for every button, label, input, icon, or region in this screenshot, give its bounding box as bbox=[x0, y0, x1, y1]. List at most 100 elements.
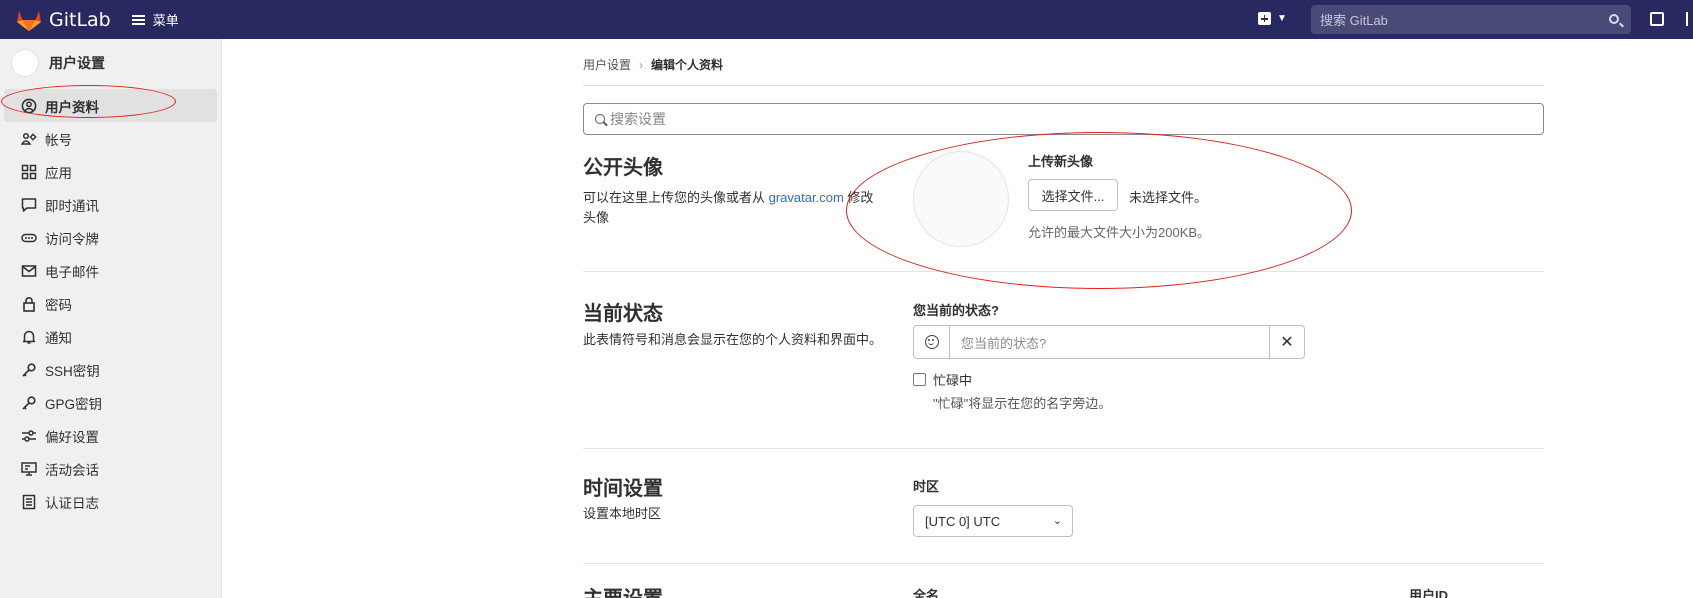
account-icon bbox=[21, 131, 37, 147]
breadcrumb-parent[interactable]: 用户设置 bbox=[583, 56, 631, 73]
timezone-select[interactable]: [UTC 0] UTC ⌄ bbox=[913, 505, 1073, 537]
breadcrumb: 用户设置 › 编辑个人资料 bbox=[583, 56, 723, 73]
sidebar-item-label: 偏好设置 bbox=[45, 429, 99, 445]
sidebar-nav: 用户资料 帐号 应用 即时通讯 访问令牌 电子邮件 密码 通知 SSH密钥 GP… bbox=[0, 89, 221, 518]
hamburger-icon bbox=[131, 14, 145, 25]
timezone-value: [UTC 0] UTC bbox=[925, 513, 1001, 529]
sidebar-item-preferences[interactable]: 偏好设置 bbox=[4, 419, 217, 452]
sidebar-item-label: GPG密钥 bbox=[45, 396, 103, 412]
sidebar-header[interactable]: 用户设置 bbox=[0, 39, 221, 87]
bell-icon bbox=[21, 329, 37, 345]
sidebar-item-chat[interactable]: 即时通讯 bbox=[4, 188, 217, 221]
sidebar-item-label: 通知 bbox=[45, 330, 72, 346]
status-section-description: 此表情符号和消息会显示在您的个人资料和界面中。 bbox=[583, 332, 883, 347]
time-section-title: 时间设置 bbox=[583, 478, 663, 500]
chevron-down-icon: ⌄ bbox=[1052, 515, 1062, 527]
sidebar-item-label: 帐号 bbox=[45, 132, 72, 148]
menu-label: 菜单 bbox=[152, 13, 179, 28]
choose-file-button[interactable]: 选择文件... bbox=[1028, 179, 1118, 211]
sidebar-item-label: 密码 bbox=[45, 297, 72, 313]
token-icon bbox=[21, 230, 37, 246]
avatar-section-title: 公开头像 bbox=[583, 157, 663, 179]
chevron-down-icon: ▼ bbox=[1277, 13, 1287, 24]
plus-square-icon bbox=[1258, 12, 1271, 25]
user-settings-sidebar: 用户设置 用户资料 帐号 应用 即时通讯 访问令牌 电子邮件 密码 通知 SSH… bbox=[0, 39, 222, 598]
sidebar-item-label: 认证日志 bbox=[45, 495, 99, 511]
main-menu-button[interactable]: 菜单 bbox=[131, 10, 179, 29]
avatar-desc-text: 可以在这里上传您的头像或者从 bbox=[583, 190, 769, 205]
preferences-icon bbox=[21, 428, 37, 444]
gravatar-link[interactable]: gravatar.com bbox=[769, 190, 844, 205]
search-placeholder: 搜索 GitLab bbox=[1320, 13, 1388, 28]
status-section-title: 当前状态 bbox=[583, 303, 663, 325]
status-input-group: 您当前的状态? ✕ bbox=[913, 325, 1305, 359]
settings-search-input[interactable]: 搜索设置 bbox=[583, 103, 1544, 135]
gitlab-tanuki-icon bbox=[17, 10, 41, 31]
close-icon: ✕ bbox=[1280, 334, 1294, 351]
sidebar-item-profile[interactable]: 用户资料 bbox=[4, 89, 217, 122]
key-icon bbox=[21, 395, 37, 411]
emoji-picker-button[interactable] bbox=[914, 326, 950, 358]
sidebar-item-label: SSH密钥 bbox=[45, 363, 100, 379]
sidebar-item-notifications[interactable]: 通知 bbox=[4, 320, 217, 353]
sidebar-item-label: 活动会话 bbox=[45, 462, 99, 478]
main-settings-title: 主要设置 bbox=[583, 582, 663, 598]
user-id-label: 用户ID bbox=[1409, 588, 1449, 598]
search-icon bbox=[595, 114, 605, 124]
log-icon bbox=[21, 494, 37, 510]
gitlab-logo[interactable]: GitLab bbox=[16, 8, 111, 32]
busy-hint: "忙碌"将显示在您的名字旁边。 bbox=[933, 396, 1112, 411]
app-name: GitLab bbox=[49, 8, 111, 31]
smiley-icon bbox=[924, 335, 939, 349]
top-navbar: GitLab 菜单 ▼ 搜索 GitLab bbox=[0, 0, 1693, 39]
global-search-input[interactable]: 搜索 GitLab bbox=[1311, 5, 1631, 34]
sidebar-item-account[interactable]: 帐号 bbox=[4, 122, 217, 155]
upload-avatar-title: 上传新头像 bbox=[1028, 154, 1094, 169]
sidebar-item-access-tokens[interactable]: 访问令牌 bbox=[4, 221, 217, 254]
profile-icon bbox=[21, 98, 37, 114]
max-file-size-hint: 允许的最大文件大小为200KB。 bbox=[1028, 225, 1211, 240]
merge-requests-icon[interactable] bbox=[1686, 12, 1690, 26]
clear-status-button[interactable]: ✕ bbox=[1270, 326, 1304, 358]
sidebar-item-password[interactable]: 密码 bbox=[4, 287, 217, 320]
no-file-selected-text: 未选择文件。 bbox=[1129, 190, 1208, 205]
busy-label: 忙碌中 bbox=[933, 373, 973, 388]
chat-icon bbox=[21, 197, 37, 213]
search-icon bbox=[1609, 14, 1619, 24]
breadcrumb-current[interactable]: 编辑个人资料 bbox=[651, 56, 723, 73]
monitor-icon bbox=[21, 461, 37, 477]
sidebar-item-emails[interactable]: 电子邮件 bbox=[4, 254, 217, 287]
key-icon bbox=[21, 362, 37, 378]
lock-icon bbox=[21, 296, 37, 312]
status-field-label: 您当前的状态? bbox=[913, 303, 999, 318]
status-placeholder: 您当前的状态? bbox=[961, 335, 1047, 351]
sidebar-item-auth-log[interactable]: 认证日志 bbox=[4, 485, 217, 518]
sidebar-title: 用户设置 bbox=[49, 55, 105, 71]
issues-icon[interactable] bbox=[1650, 12, 1664, 26]
applications-icon bbox=[21, 164, 37, 180]
divider bbox=[583, 448, 1544, 449]
avatar-section-description: 可以在这里上传您的头像或者从 gravatar.com 修改头像 bbox=[583, 188, 883, 228]
full-name-label: 全名 bbox=[913, 588, 940, 598]
sidebar-item-gpg-keys[interactable]: GPG密钥 bbox=[4, 386, 217, 419]
new-dropdown-button[interactable]: ▼ bbox=[1258, 12, 1287, 25]
avatar bbox=[11, 49, 39, 77]
status-message-input[interactable]: 您当前的状态? bbox=[950, 326, 1270, 358]
mail-icon bbox=[21, 263, 37, 279]
sidebar-item-label: 访问令牌 bbox=[45, 231, 99, 247]
settings-search-placeholder: 搜索设置 bbox=[610, 111, 666, 127]
busy-checkbox[interactable] bbox=[913, 373, 926, 386]
time-section-description: 设置本地时区 bbox=[583, 506, 662, 521]
sidebar-item-label: 应用 bbox=[45, 165, 72, 181]
divider bbox=[583, 85, 1544, 86]
sidebar-item-active-sessions[interactable]: 活动会话 bbox=[4, 452, 217, 485]
divider bbox=[583, 563, 1544, 564]
sidebar-item-applications[interactable]: 应用 bbox=[4, 155, 217, 188]
avatar-preview bbox=[913, 151, 1009, 247]
divider bbox=[583, 271, 1544, 272]
sidebar-item-ssh-keys[interactable]: SSH密钥 bbox=[4, 353, 217, 386]
sidebar-item-label: 电子邮件 bbox=[45, 264, 99, 280]
busy-checkbox-row[interactable]: 忙碌中 bbox=[913, 370, 972, 389]
sidebar-item-label: 即时通讯 bbox=[45, 198, 99, 214]
sidebar-item-label: 用户资料 bbox=[45, 99, 99, 115]
